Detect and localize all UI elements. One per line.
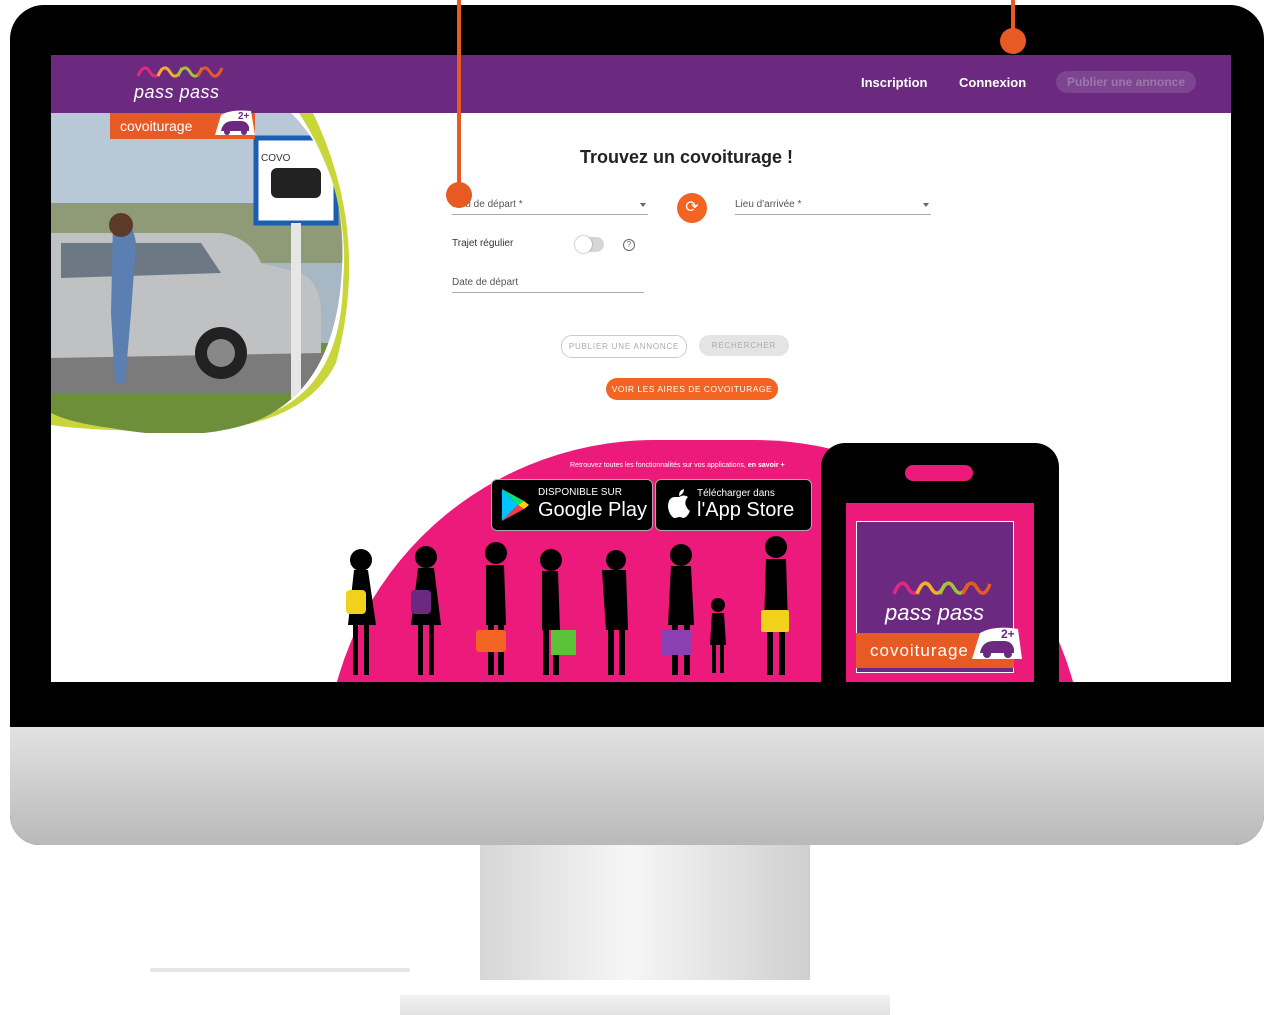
publish-ad-button[interactable]: Publier une annonce — [1056, 71, 1196, 93]
car-icon: 2+ — [215, 110, 255, 135]
car-icon: 2+ — [972, 627, 1022, 659]
apple-big-text: l'App Store — [697, 499, 795, 521]
svg-text:2+: 2+ — [238, 111, 250, 122]
people-queue-illustration — [346, 536, 789, 675]
regular-trip-label: Trajet régulier — [452, 238, 514, 249]
hero-photo: COVO — [51, 113, 351, 433]
app-store-button[interactable]: Télécharger dans l'App Store — [655, 479, 812, 531]
phone-mockup: pass pass covoiturage 2+ — [821, 443, 1059, 682]
caret-down-icon — [640, 203, 646, 207]
help-icon[interactable]: ? — [623, 239, 635, 251]
date-placeholder: Date de départ — [452, 277, 519, 288]
phone-screen: pass pass covoiturage 2+ — [846, 503, 1034, 682]
learn-more-link[interactable]: en savoir + — [748, 462, 785, 469]
svg-text:2+: 2+ — [1001, 627, 1015, 641]
logo-waves-icon — [136, 66, 224, 78]
arrival-field[interactable]: Lieu d'arrivée * — [735, 199, 931, 215]
apple-icon — [668, 489, 690, 518]
monitor-stand — [480, 845, 810, 980]
google-play-icon — [502, 489, 529, 521]
google-big-text: Google Play — [538, 499, 647, 521]
search-button[interactable]: RECHERCHER — [699, 335, 789, 356]
swap-icon[interactable]: ⟳ — [677, 193, 707, 223]
annotation-pin-line — [457, 0, 461, 185]
page-title: Trouvez un covoiturage ! — [580, 147, 794, 167]
publish-button[interactable]: PUBLIER UNE ANNONCE — [561, 335, 687, 358]
toggle-knob — [575, 236, 592, 253]
monitor-chin — [10, 727, 1264, 845]
caret-down-icon — [923, 203, 929, 207]
floor-shadow — [150, 968, 410, 972]
phone-speaker — [905, 465, 973, 481]
regular-trip-toggle[interactable] — [575, 236, 604, 253]
logo-waves-icon — [892, 581, 992, 595]
google-small-text: DISPONIBLE SUR — [538, 487, 622, 498]
apps-info-text: Retrouvez toutes les fonctionnalités sur… — [570, 462, 785, 469]
aires-button[interactable]: VOIR LES AIRES DE COVOITURAGE — [606, 378, 778, 400]
apple-small-text: Télécharger dans — [697, 488, 775, 499]
departure-field[interactable]: Lieu de départ * — [452, 199, 648, 215]
annotation-pin-dot — [446, 182, 472, 208]
browser-screen: pass pass Inscription Connexion Publier … — [51, 55, 1231, 682]
annotation-pin-dot — [1000, 28, 1026, 54]
nav-inscription[interactable]: Inscription — [861, 75, 927, 90]
monitor-base — [400, 995, 890, 1015]
arrival-placeholder: Lieu d'arrivée * — [735, 199, 802, 210]
sign-text: COVO — [261, 153, 291, 164]
google-play-button[interactable]: DISPONIBLE SUR Google Play — [491, 479, 653, 531]
date-field[interactable]: Date de départ — [452, 277, 644, 293]
nav-connexion[interactable]: Connexion — [959, 75, 1026, 90]
logo-text[interactable]: pass pass — [134, 82, 220, 103]
